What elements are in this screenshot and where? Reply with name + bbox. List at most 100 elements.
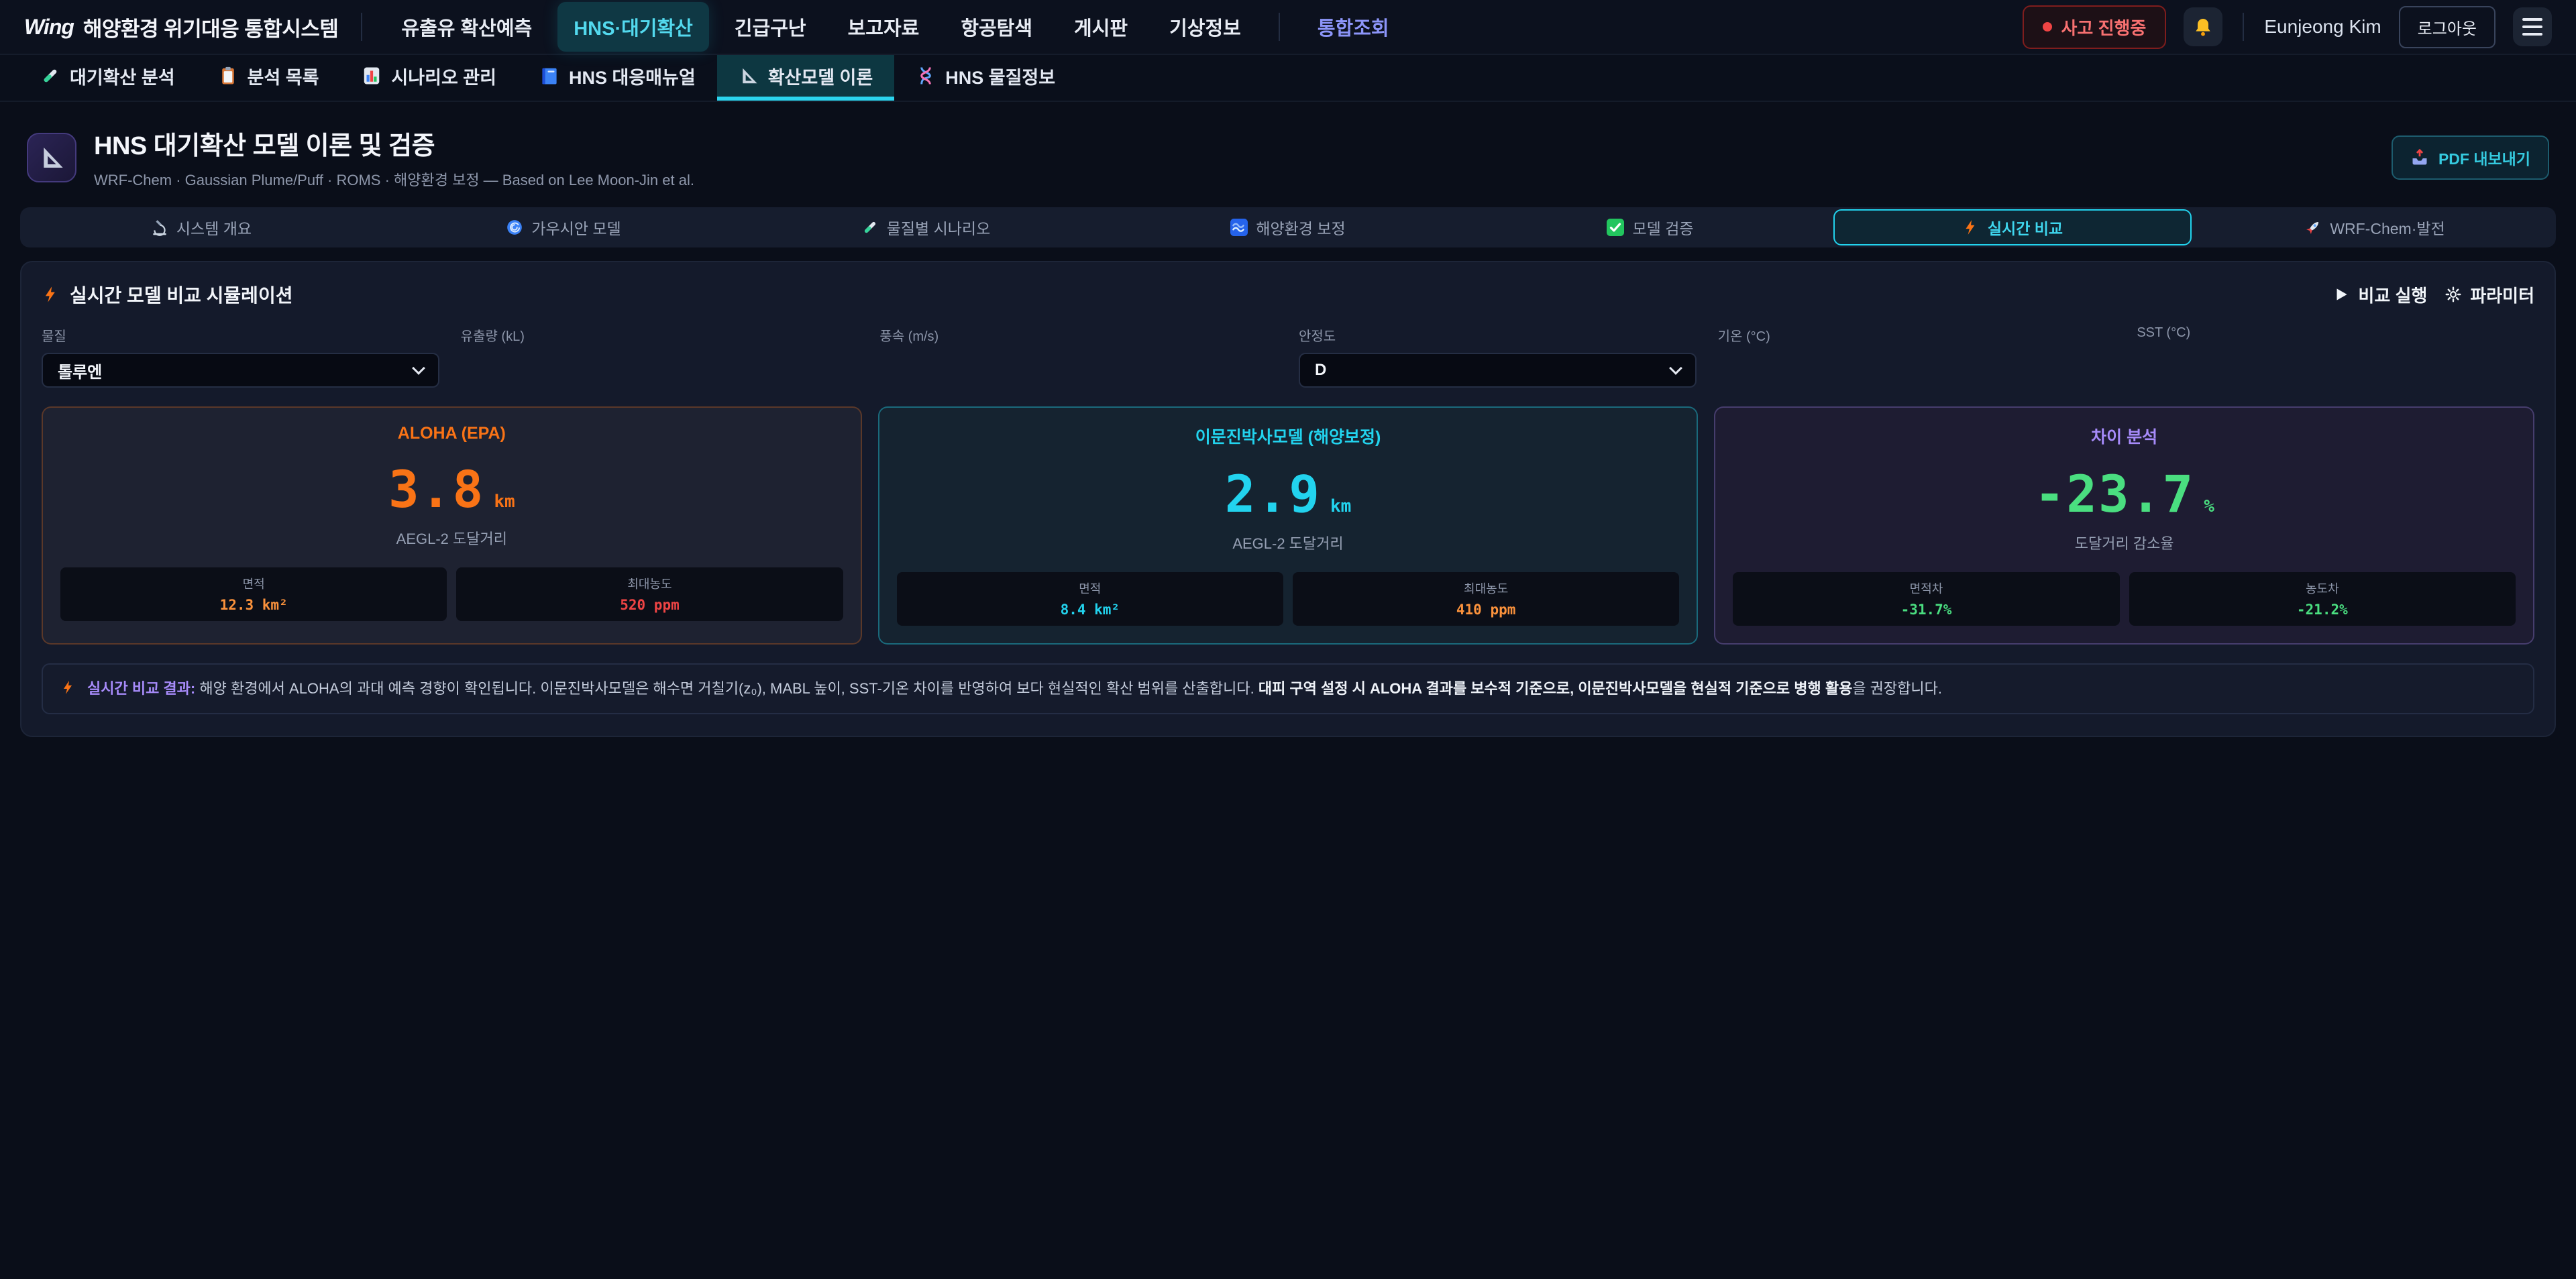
card-main-value: -23.7 % xyxy=(1733,464,2516,524)
stat-max-concentration: 최대농도 520 ppm xyxy=(456,567,843,621)
spill-volume-input[interactable] xyxy=(461,353,859,388)
cyclone-icon xyxy=(506,219,523,236)
subtab-analysis-list[interactable]: 분석 목록 xyxy=(197,55,341,101)
parameters-button[interactable]: 파라미터 xyxy=(2445,282,2534,307)
card-value: -23.7 xyxy=(2034,464,2194,524)
tab-label: 해양환경 보정 xyxy=(1256,216,1345,239)
tab-marine-correction[interactable]: 해양환경 보정 xyxy=(1109,209,1467,245)
stat-area: 면적 12.3 km² xyxy=(60,567,447,621)
lightning-icon xyxy=(1962,219,1980,236)
stat-label: 면적차 xyxy=(1739,579,2112,597)
air-temp-input[interactable] xyxy=(1718,353,2116,388)
field-label: 물질 xyxy=(42,325,439,345)
notifications-button[interactable] xyxy=(2184,7,2222,46)
test-tube-icon xyxy=(861,219,879,236)
panel-title-text: 실시간 모델 비교 시뮬레이션 xyxy=(70,281,292,308)
sst-input[interactable] xyxy=(2137,349,2534,384)
brand-title: 해양환경 위기대응 통합시스템 xyxy=(83,12,339,42)
pdf-export-label: PDF 내보내기 xyxy=(2438,146,2530,169)
tab-label: 모델 검증 xyxy=(1632,216,1693,239)
tab-system-overview[interactable]: 시스템 개요 xyxy=(22,209,380,245)
tab-gaussian-model[interactable]: 가우시안 모델 xyxy=(384,209,743,245)
page-icon-tile xyxy=(27,133,76,182)
rocket-icon xyxy=(2304,219,2322,236)
bell-icon xyxy=(2192,16,2214,38)
check-icon xyxy=(1607,219,1624,236)
stability-select[interactable]: D xyxy=(1299,353,1697,388)
subtab-label: HNS 대응매뉴얼 xyxy=(569,63,696,89)
menu-button[interactable] xyxy=(2513,7,2552,46)
page-header: HNS 대기확산 모델 이론 및 검증 WRF-Chem · Gaussian … xyxy=(0,102,2576,207)
tab-model-validation[interactable]: 모델 검증 xyxy=(1471,209,1829,245)
chevron-down-icon xyxy=(412,362,425,375)
substance-select[interactable]: 톨루엔 xyxy=(42,353,439,388)
field-wind-speed: 풍속 (m/s) xyxy=(879,325,1277,388)
nav-item-oil-spill[interactable]: 유출유 확산예측 xyxy=(385,2,548,52)
sub-nav: 대기확산 분석 분석 목록 시나리오 관리 HNS 대응매뉴얼 확산모델 이론 xyxy=(0,55,2576,102)
stat-value: -31.7% xyxy=(1739,602,2112,618)
tab-label: 가우시안 모델 xyxy=(531,216,621,239)
subtab-label: HNS 물질정보 xyxy=(945,63,1055,89)
tab-realtime-comparison[interactable]: 실시간 비교 xyxy=(1833,209,2192,245)
note-bold-text: 대피 구역 설정 시 ALOHA 결과를 보수적 기준으로, 이문진박사모델을 … xyxy=(1258,680,1853,697)
nav-item-hns-dispersion[interactable]: HNS·대기확산 xyxy=(557,2,709,52)
status-badge: 사고 진행중 xyxy=(2023,5,2167,49)
subtab-dispersion-model-theory[interactable]: 확산모델 이론 xyxy=(717,55,895,101)
card-sublabel: AEGL-2 도달거리 xyxy=(897,532,1680,553)
status-dot-icon xyxy=(2043,22,2052,32)
tab-label: 물질별 시나리오 xyxy=(887,216,991,239)
card-value: 3.8 xyxy=(388,459,484,519)
lightning-icon xyxy=(42,285,60,304)
note-body-end: 을 권장합니다. xyxy=(1852,680,1942,697)
lightning-icon xyxy=(60,679,76,696)
card-unit: % xyxy=(2204,496,2214,516)
user-name: Eunjeong Kim xyxy=(2264,16,2381,38)
field-sst: SST (°C) xyxy=(2137,325,2534,388)
subtab-label: 분석 목록 xyxy=(248,63,319,89)
note-body: 해양 환경에서 ALOHA의 과대 예측 경향이 확인됩니다. 이문진박사모델은… xyxy=(199,680,1258,697)
subtab-hns-substance-info[interactable]: HNS 물질정보 xyxy=(894,55,1077,101)
microscope-icon xyxy=(151,219,168,236)
stat-label: 농도차 xyxy=(2136,579,2509,597)
triangle-ruler-icon xyxy=(38,144,65,171)
triangle-ruler-icon xyxy=(739,66,759,86)
stat-label: 최대농도 xyxy=(463,575,836,592)
tab-wrf-chem-advanced[interactable]: WRF-Chem·발전 xyxy=(2196,209,2554,245)
nav-item-emergency[interactable]: 긴급구난 xyxy=(718,2,822,52)
logout-button[interactable]: 로그아웃 xyxy=(2399,6,2496,48)
main-nav: 유출유 확산예측 HNS·대기확산 긴급구난 보고자료 항공탐색 게시판 기상정… xyxy=(385,2,2022,52)
field-label: 안정도 xyxy=(1299,325,1697,345)
run-comparison-label: 비교 실행 xyxy=(2358,282,2427,307)
nav-item-integrated-search[interactable]: 통합조회 xyxy=(1301,2,1405,52)
comparison-cards: ALOHA (EPA) 3.8 km AEGL-2 도달거리 면적 12.3 k… xyxy=(42,406,2534,645)
nav-item-weather[interactable]: 기상정보 xyxy=(1153,2,1257,52)
panel-title: 실시간 모델 비교 시뮬레이션 xyxy=(42,281,292,308)
substance-select-value: 톨루엔 xyxy=(58,359,102,382)
nav-item-reports[interactable]: 보고자료 xyxy=(832,2,936,52)
page-subtitle: WRF-Chem · Gaussian Plume/Puff · ROMS · … xyxy=(94,168,694,190)
subtab-dispersion-analysis[interactable]: 대기확산 분석 xyxy=(19,55,197,101)
card-title: ALOHA (EPA) xyxy=(60,424,843,443)
card-title: 차이 분석 xyxy=(1733,424,2516,448)
stat-concentration-diff: 농도차 -21.2% xyxy=(2129,572,2516,626)
comparison-result-note: 실시간 비교 결과: 해양 환경에서 ALOHA의 과대 예측 경향이 확인됩니… xyxy=(42,663,2534,714)
field-label: 유출량 (kL) xyxy=(461,325,859,345)
dna-icon xyxy=(916,66,936,86)
tab-substance-scenarios[interactable]: 물질별 시나리오 xyxy=(747,209,1105,245)
subtab-hns-manual[interactable]: HNS 대응매뉴얼 xyxy=(518,55,717,101)
nav-item-aerial-search[interactable]: 항공탐색 xyxy=(945,2,1049,52)
page-title: HNS 대기확산 모델 이론 및 검증 xyxy=(94,125,694,162)
stat-label: 면적 xyxy=(904,579,1277,597)
card-stats: 면적차 -31.7% 농도차 -21.2% xyxy=(1733,572,2516,626)
card-difference-analysis: 차이 분석 -23.7 % 도달거리 감소율 면적차 -31.7% 농도차 -2… xyxy=(1714,406,2534,645)
status-badge-label: 사고 진행중 xyxy=(2061,15,2147,40)
pdf-export-button[interactable]: PDF 내보내기 xyxy=(2392,135,2549,180)
run-comparison-button[interactable]: 비교 실행 xyxy=(2332,282,2427,307)
chevron-down-icon xyxy=(1669,362,1682,375)
wind-speed-input[interactable] xyxy=(879,353,1277,388)
subtab-scenario-management[interactable]: 시나리오 관리 xyxy=(340,55,518,101)
stat-value: 410 ppm xyxy=(1299,602,1672,618)
tab-label: 실시간 비교 xyxy=(1988,216,2063,239)
play-icon xyxy=(2332,286,2350,303)
nav-item-board[interactable]: 게시판 xyxy=(1058,2,1144,52)
